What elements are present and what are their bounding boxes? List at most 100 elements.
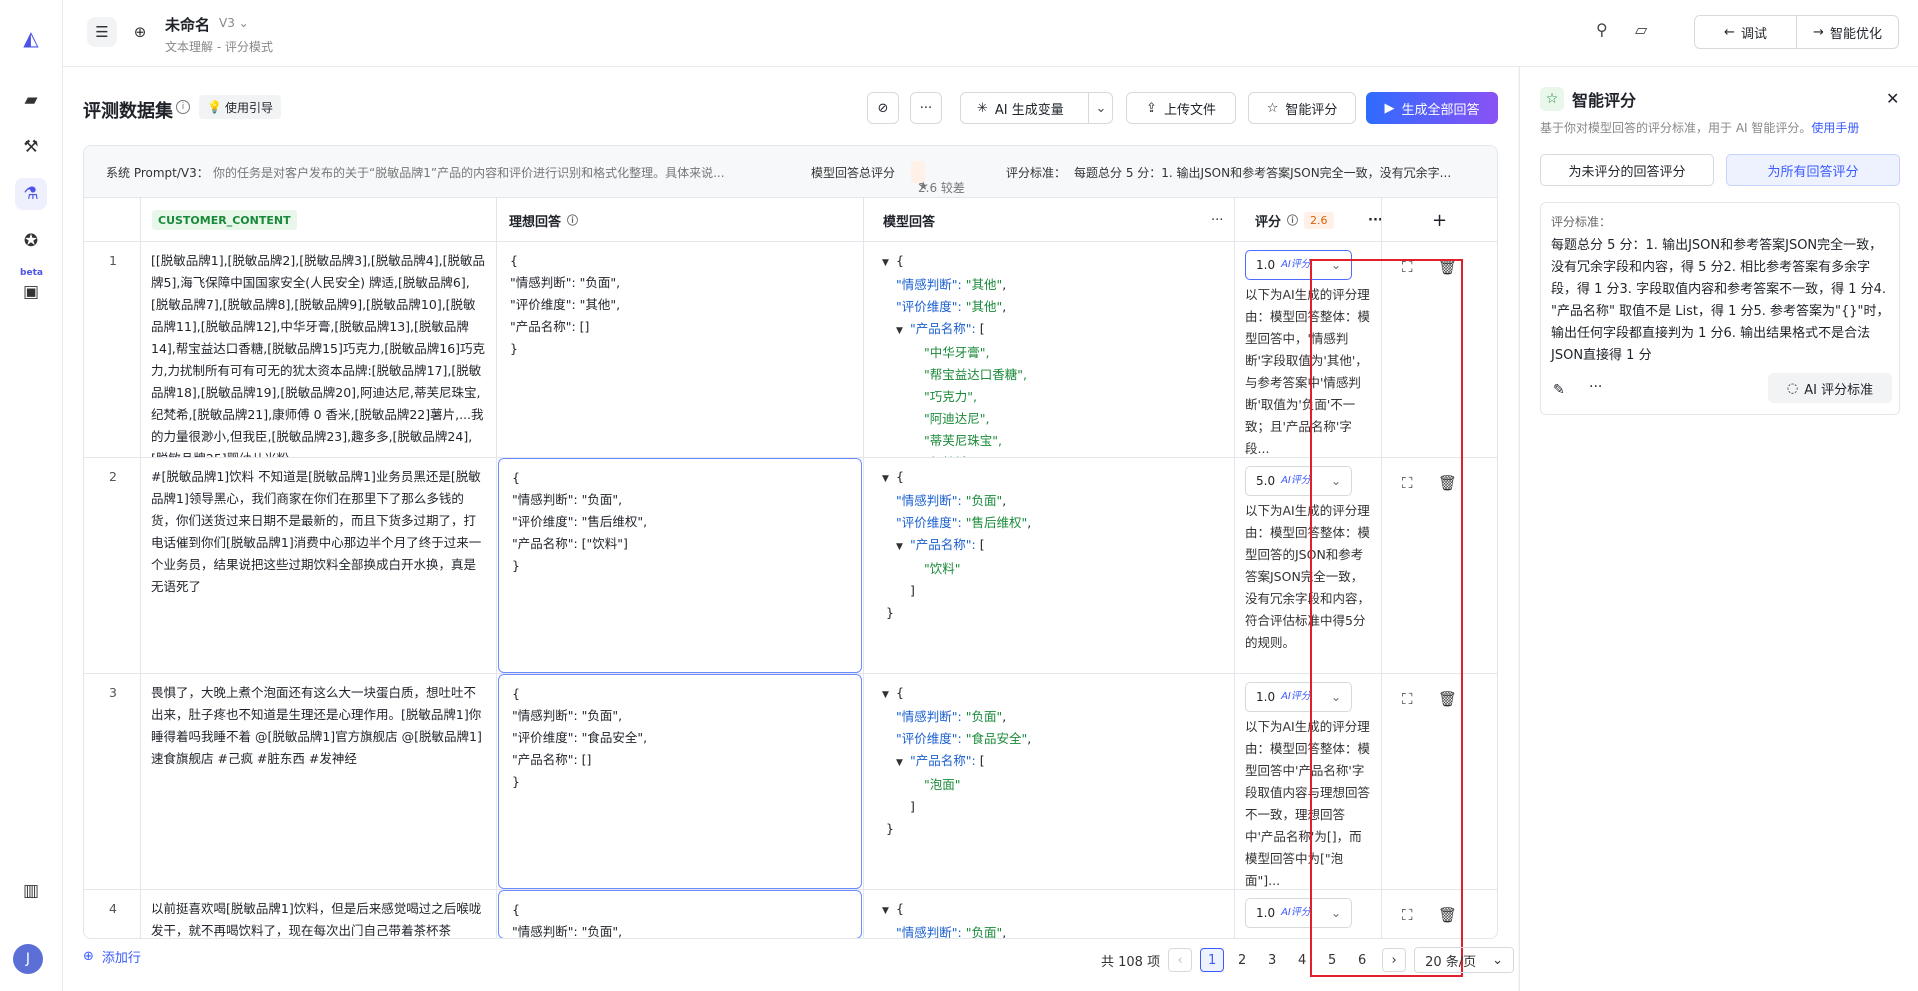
guide-button[interactable]: 💡 使用引导	[199, 95, 281, 119]
avatar[interactable]: J	[13, 944, 43, 974]
score-all-button[interactable]: 为所有回答评分	[1726, 154, 1900, 186]
json-key: "情感判断":	[896, 277, 962, 292]
chevron-down-icon: ⌄	[1492, 952, 1504, 968]
model-answer-cell[interactable]: ▼{"情感判断": "其他", "评价维度": "其他", ▼ "产品名称": ["中…	[864, 242, 1234, 457]
page-button[interactable]: 2	[1230, 948, 1254, 972]
help-icon[interactable]: ⓘ	[567, 212, 578, 228]
trash-icon[interactable]: 🗑	[1438, 688, 1457, 710]
caret-down-icon[interactable]: ▼	[882, 468, 896, 490]
score-select[interactable]: 1.0 AI评分 ⌄	[1245, 898, 1352, 928]
more-icon[interactable]: ···	[1589, 379, 1602, 395]
std-box-label: 评分标准：	[1551, 215, 1612, 229]
expand-icon[interactable]: ⛶	[1402, 688, 1413, 710]
expand-icon[interactable]: ⛶	[1402, 256, 1413, 278]
play-icon: ▶	[1384, 100, 1395, 116]
tools-icon[interactable]: ⚒	[15, 131, 47, 163]
add-column-icon[interactable]: +	[1432, 198, 1447, 242]
customer-content-cell[interactable]: [[脱敏品牌1],[脱敏品牌2],[脱敏品牌3],[脱敏品牌4],[脱敏品牌5]…	[141, 242, 496, 457]
customer-content-cell[interactable]: 畏惧了，大晚上煮个泡面还有这么大一块蛋白质，想吐吐不出来，肚子疼也不知道是生理还…	[141, 674, 496, 889]
smart-score-button[interactable]: ☆ 智能评分	[1248, 92, 1356, 124]
page-button[interactable]: 4	[1290, 948, 1314, 972]
compare-icon[interactable]: ▱	[1635, 20, 1647, 39]
model-answer-cell[interactable]: ▼{"情感判断": "负面",	[864, 890, 1234, 938]
star-icon[interactable]: ✪	[15, 225, 47, 257]
library-icon[interactable]: ▥	[15, 875, 47, 907]
caret-down-icon[interactable]: ▼	[882, 252, 896, 274]
prompt-text[interactable]: 你的任务是对客户发布的关于“脱敏品牌1”产品的内容和评价进行识别和格式化整理。具…	[213, 164, 743, 181]
sparkle-icon: ✳	[977, 100, 988, 116]
add-row-button[interactable]: ⊕ 添加行	[83, 947, 141, 966]
caret-down-icon[interactable]: ▼	[882, 900, 896, 922]
model-answer-cell[interactable]: ▼{"情感判断": "负面", "评价维度": "食品安全", ▼ "产品名称": […	[864, 674, 1234, 889]
ideal-answer-cell[interactable]: {"情感判断": "负面",	[498, 890, 862, 938]
page-button[interactable]: 6	[1350, 948, 1374, 972]
row-actions: ⛶ 🗑	[1381, 242, 1497, 457]
model-col-more-icon[interactable]: ···	[1211, 198, 1223, 242]
score-reason: 以下为AI生成的评分理由：模型回答整体：模型回答中'产品名称'字段取值内容与理想…	[1245, 719, 1371, 888]
hide-icon[interactable]: ⊘	[867, 92, 899, 124]
menu-icon[interactable]: ☰	[87, 17, 117, 47]
trash-icon[interactable]: 🗑	[1438, 256, 1457, 278]
ideal-line: {	[510, 253, 518, 268]
customer-content-cell[interactable]: 以前挺喜欢喝[脱敏品牌1]饮料，但是后来感觉喝过之后喉咙发干，就不再喝饮料了，现…	[141, 890, 496, 938]
model-answer-cell[interactable]: ▼{"情感判断": "负面", "评价维度": "售后维权", ▼ "产品名称": […	[864, 458, 1234, 673]
more-icon[interactable]: ···	[910, 92, 942, 124]
folder-icon[interactable]: ▰	[15, 84, 47, 116]
trash-icon[interactable]: 🗑	[1438, 472, 1457, 494]
page-button[interactable]: 3	[1260, 948, 1284, 972]
manual-link[interactable]: 使用手册	[1811, 121, 1859, 135]
prev-page-icon[interactable]: ‹	[1168, 948, 1193, 972]
json-line: ▼ "产品名称": [	[882, 534, 1216, 558]
chevron-down-icon[interactable]: ⌄	[1089, 93, 1113, 123]
expand-icon[interactable]: ⛶	[1402, 904, 1413, 926]
customer-content-cell[interactable]: #[脱敏品牌1]饮料 不知道是[脱敏品牌1]业务员黑还是[脱敏品牌1]领导黑心，…	[141, 458, 496, 673]
ai-standard-button[interactable]: ◌ AI 评分标准	[1768, 373, 1892, 403]
header-actions: ← 调试 → 智能优化	[1694, 15, 1899, 49]
caret-down-icon[interactable]: ▼	[896, 752, 910, 774]
debug-button[interactable]: ← 调试	[1695, 16, 1796, 48]
info-icon[interactable]: i	[176, 100, 190, 114]
close-icon[interactable]: ✕	[1886, 89, 1899, 108]
score-value: 5.0	[1256, 474, 1276, 488]
caret-down-icon[interactable]: ▼	[882, 684, 896, 706]
expand-icon[interactable]: ⛶	[1402, 472, 1413, 494]
score-select[interactable]: 1.0 AI评分 ⌄	[1245, 682, 1352, 712]
trash-icon[interactable]: 🗑	[1438, 904, 1457, 926]
upload-button[interactable]: ⇪ 上传文件	[1126, 92, 1236, 124]
score-select[interactable]: 1.0 AI评分 ⌄	[1245, 250, 1352, 280]
score-unscored-button[interactable]: 为未评分的回答评分	[1540, 154, 1714, 186]
page-button[interactable]: 1	[1200, 948, 1225, 972]
caret-down-icon[interactable]: ▼	[896, 320, 910, 342]
optimize-button[interactable]: → 智能优化	[1796, 16, 1898, 48]
gen-all-button[interactable]: ▶ 生成全部回答	[1366, 92, 1498, 124]
ideal-answer-cell[interactable]: {"情感判断": "负面", "评价维度": "售后维权", "产品名称": ["饮…	[498, 458, 862, 673]
brush-icon[interactable]: ⚲	[1596, 20, 1608, 39]
table-row: 2 #[脱敏品牌1]饮料 不知道是[脱敏品牌1]业务员黑还是[脱敏品牌1]领导黑心…	[84, 458, 1497, 674]
next-page-icon[interactable]: ›	[1382, 948, 1407, 972]
help-icon[interactable]: ⓘ	[1287, 212, 1298, 228]
row-number: 3	[109, 685, 117, 700]
ideal-answer-cell[interactable]: {"情感判断": "负面", "评价维度": "其他", "产品名称": []}	[497, 242, 863, 457]
score-select[interactable]: 5.0 AI评分 ⌄	[1245, 466, 1352, 496]
bulb-icon: 💡	[207, 100, 222, 114]
flask-icon[interactable]: ⚗	[15, 178, 47, 210]
json-line: "情感判断": "其他",	[896, 277, 1007, 292]
page-button[interactable]: 5	[1320, 948, 1344, 972]
page-size-select[interactable]: 20 条/页 ⌄	[1414, 947, 1515, 973]
caret-down-icon[interactable]: ▼	[896, 536, 910, 558]
star-outline-icon: ☆	[1266, 100, 1279, 116]
edit-icon[interactable]: ✎	[1553, 382, 1565, 398]
ideal-answer-cell[interactable]: {"情感判断": "负面", "评价维度": "食品安全", "产品名称": []}	[498, 674, 862, 889]
chevron-down-icon: ⌄	[1330, 690, 1341, 704]
guide-label: 使用引导	[224, 100, 273, 115]
std-box-text[interactable]: 每题总分 5 分：1. 输出JSON和参考答案JSON完全一致，没有冗余字段和内…	[1551, 235, 1891, 367]
version-select[interactable]: V3 ⌄	[219, 16, 249, 30]
add-circle-icon[interactable]: ⊕	[125, 17, 155, 47]
model-label: 模型回答	[883, 214, 936, 230]
app-subtitle: 文本理解 - 评分模式	[165, 40, 273, 54]
std-text[interactable]: 每题总分 5 分：1. 输出JSON和参考答案JSON完全一致，没有冗余字...	[1074, 164, 1479, 181]
box-icon[interactable]: ▣	[15, 276, 47, 308]
plus-icon: ⊕	[83, 949, 94, 964]
dataset-table: 系统 Prompt/V3： 你的任务是对客户发布的关于“脱敏品牌1”产品的内容和…	[83, 145, 1498, 939]
col-model: 模型回答	[883, 198, 935, 242]
